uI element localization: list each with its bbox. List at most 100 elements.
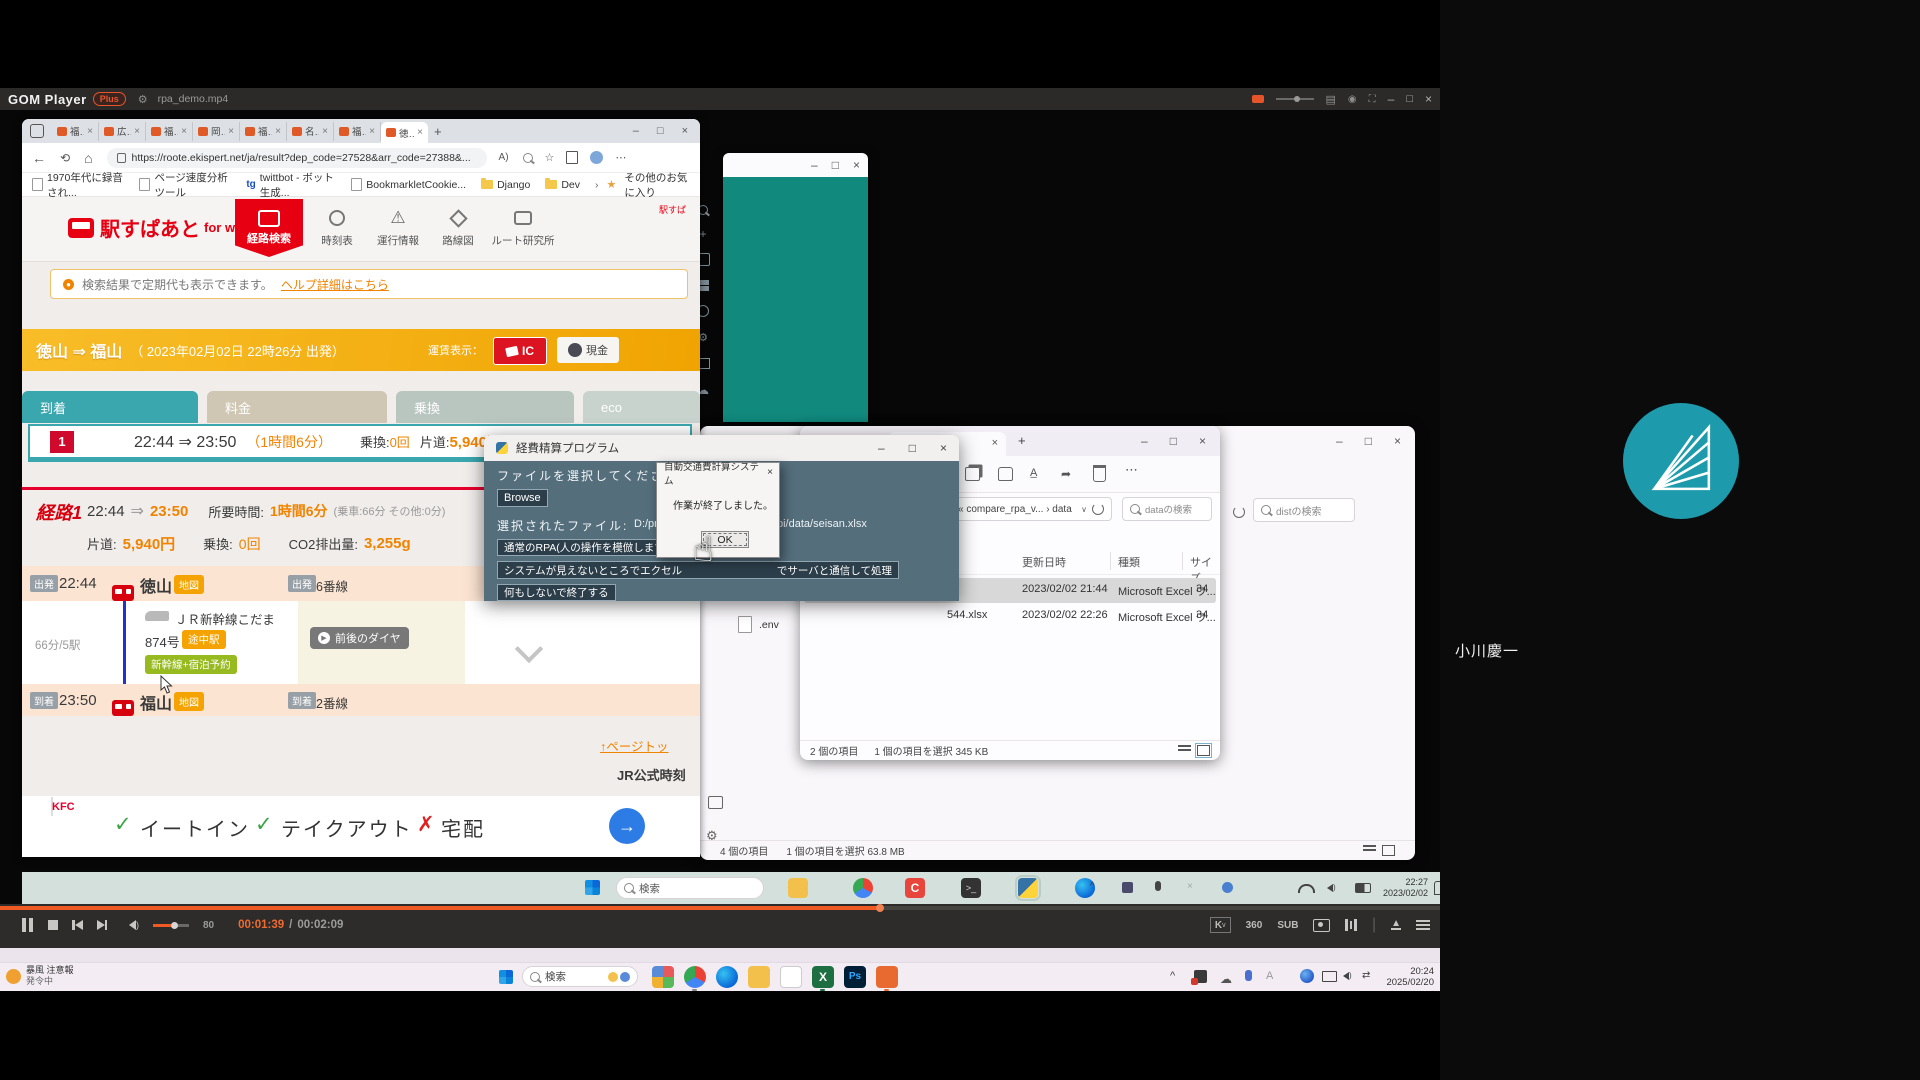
browser-tab[interactable]: 岡山× — [193, 122, 240, 141]
dialog-titlebar[interactable]: 経費精算プログラム – □ × — [484, 435, 959, 461]
scroll-down-icon[interactable] — [515, 635, 543, 663]
bookmark-item[interactable]: BookmarkletCookie... — [351, 178, 466, 191]
stop-button[interactable] — [48, 920, 58, 930]
gear-icon[interactable]: ⚙ — [138, 93, 148, 106]
table-row[interactable]: 544.xlsx 2023/02/02 22:26 Microsoft Exce… — [804, 604, 1216, 629]
taskbar-edge-icon[interactable] — [716, 966, 738, 988]
nav-route-search[interactable]: 経路検索 — [235, 199, 303, 257]
panel-toggle-icon[interactable]: ▤ — [1326, 93, 1336, 106]
refresh-icon[interactable] — [1092, 503, 1104, 515]
tab-close-icon[interactable]: × — [87, 126, 93, 137]
vr360-button[interactable]: 360 — [1246, 920, 1263, 931]
pin-icon[interactable]: ◉ — [1348, 94, 1357, 105]
browser-tab[interactable]: 福山× — [146, 122, 193, 141]
bookmark-item[interactable]: tgtwittbot - ボット生成... — [246, 170, 336, 200]
nav-route-lab[interactable]: ルート研究所 — [488, 207, 558, 248]
browser-tab-active[interactable]: 徳山× — [381, 122, 428, 143]
tab-list-icon[interactable] — [30, 124, 44, 138]
tray-chevron-icon[interactable]: ^ — [1090, 881, 1095, 892]
popup-close-icon[interactable]: × — [767, 467, 773, 478]
tab-eco[interactable]: eco — [583, 391, 700, 423]
equalizer-icon[interactable] — [1345, 919, 1357, 931]
column-date[interactable]: 更新日時 — [1022, 554, 1066, 570]
paste-icon[interactable] — [998, 467, 1013, 481]
seekbar-handle[interactable] — [876, 904, 884, 912]
rpa-mode-button[interactable]: 通常のRPA(人の操作を模倣します) — [497, 539, 675, 556]
overflow-chevron-icon[interactable]: › — [595, 179, 599, 191]
nav-operation-info[interactable]: ⚠ 運行情報 — [368, 207, 428, 248]
previous-button[interactable] — [72, 920, 83, 930]
sidebar-plus-icon[interactable]: + — [699, 229, 706, 239]
taskbar-photoshop-icon[interactable]: Ps — [844, 966, 866, 988]
browser-tab[interactable]: 福山× — [52, 122, 99, 141]
maximize-button[interactable]: □ — [1406, 93, 1413, 105]
explorer-back-minimize-button[interactable]: – — [1336, 434, 1343, 448]
copy-icon[interactable] — [965, 467, 980, 481]
teal-minimize-button[interactable]: – — [811, 158, 818, 172]
explorer-back-search-box[interactable]: distの検索 — [1253, 498, 1355, 522]
more-options-icon[interactable]: ⋯ — [615, 151, 626, 164]
mini-slider[interactable] — [1276, 98, 1314, 100]
nav-route-map[interactable]: 路線図 — [434, 207, 482, 248]
browser-tab[interactable]: 名古× — [287, 122, 334, 141]
taskbar-python-icon[interactable] — [1018, 878, 1038, 898]
tray-clock[interactable]: 22:27 2023/02/02 — [1380, 877, 1428, 899]
avatar[interactable] — [590, 151, 603, 164]
midstation-badge[interactable]: 途中駅 — [182, 630, 226, 649]
tab-arrival[interactable]: 到着 — [22, 391, 198, 423]
browser-minimize-button[interactable]: – — [633, 125, 639, 137]
hotel-badge[interactable]: 新幹線+宿泊予約 — [145, 655, 237, 674]
favorite-star-icon[interactable]: ☆ — [545, 151, 555, 164]
refresh-icon[interactable]: ⟲ — [60, 151, 70, 165]
help-link[interactable]: ヘルプ詳細はこちら — [281, 276, 389, 293]
explorer-maximize-button[interactable]: □ — [1170, 434, 1177, 448]
dialog-maximize-button[interactable]: □ — [909, 441, 916, 455]
new-tab-icon[interactable]: + — [434, 124, 442, 139]
tray-cloud-off-icon[interactable]: ☁ — [1220, 972, 1232, 986]
snapshot-icon[interactable] — [1313, 919, 1330, 932]
bookmark-item[interactable]: 1970年代に録音され... — [32, 170, 124, 200]
weather-widget[interactable]: 暴風 注意報 発令中 — [6, 965, 74, 987]
volume-slider[interactable] — [153, 924, 189, 927]
delete-icon[interactable] — [1093, 465, 1106, 482]
teal-maximize-button[interactable]: □ — [832, 158, 839, 172]
completion-popup[interactable]: 自動交通費計算システム × 作業が終了しました。 OK — [656, 462, 780, 558]
close-button[interactable]: × — [1425, 92, 1432, 106]
other-favorites-label[interactable]: その他のお気に入り — [624, 170, 690, 200]
kfc-arrow-button[interactable]: → — [609, 808, 645, 844]
tray-app-icon[interactable] — [1194, 970, 1207, 983]
tab-close-icon[interactable]: × — [228, 126, 234, 137]
teal-close-button[interactable]: × — [853, 158, 860, 172]
departure-station[interactable]: 徳山 — [140, 573, 172, 597]
tray-chevron-icon[interactable]: ^ — [1170, 970, 1175, 982]
reader-icon[interactable]: A) — [499, 152, 509, 163]
dialog-minimize-button[interactable]: – — [878, 441, 885, 455]
tab-close-icon[interactable]: × — [275, 126, 281, 137]
bookmark-item[interactable]: Dev — [545, 179, 580, 191]
column-type[interactable]: 種類 — [1118, 554, 1140, 570]
file-item-env[interactable]: .env — [738, 616, 779, 633]
capture-icon[interactable] — [1252, 95, 1264, 103]
minimize-button[interactable]: – — [1388, 92, 1395, 106]
kfc-banner[interactable]: KFC ✓ イートイン ✓ テイクアウト ✗ 宅配 → — [22, 796, 700, 857]
explorer-back-refresh-icon[interactable] — [1233, 506, 1245, 518]
gom-titlebar[interactable]: GOM Player Plus ⚙ rpa_demo.mp4 ▤ ◉ ⛶ – □… — [0, 88, 1440, 110]
browser-maximize-button[interactable]: □ — [657, 125, 664, 137]
next-button[interactable] — [97, 920, 108, 930]
tray-color-icon[interactable] — [1222, 882, 1233, 893]
tab-close-icon[interactable]: × — [417, 127, 423, 138]
share-icon[interactable]: ➦ — [1061, 467, 1071, 481]
taskbar-clipchamp-icon[interactable]: C — [905, 878, 925, 898]
taskbar-excel-icon[interactable]: X — [812, 966, 834, 988]
tray-monitor-icon[interactable] — [1322, 971, 1337, 982]
taskbar-chrome-icon[interactable] — [684, 966, 706, 988]
pause-button[interactable] — [20, 918, 34, 932]
tray-a-icon[interactable]: A — [1266, 970, 1273, 982]
taskbar-search[interactable]: 検索 — [522, 966, 638, 987]
tab-close-icon[interactable]: × — [369, 126, 375, 137]
tray-volume-icon[interactable]: ) — [1327, 883, 1336, 892]
tray-clock[interactable]: 20:24 2025/02/20 — [1382, 966, 1434, 988]
tab-close-icon[interactable]: × — [322, 126, 328, 137]
explorer-search-box[interactable]: dataの検索 — [1122, 497, 1212, 521]
large-icons-view-icon[interactable] — [1382, 845, 1395, 856]
